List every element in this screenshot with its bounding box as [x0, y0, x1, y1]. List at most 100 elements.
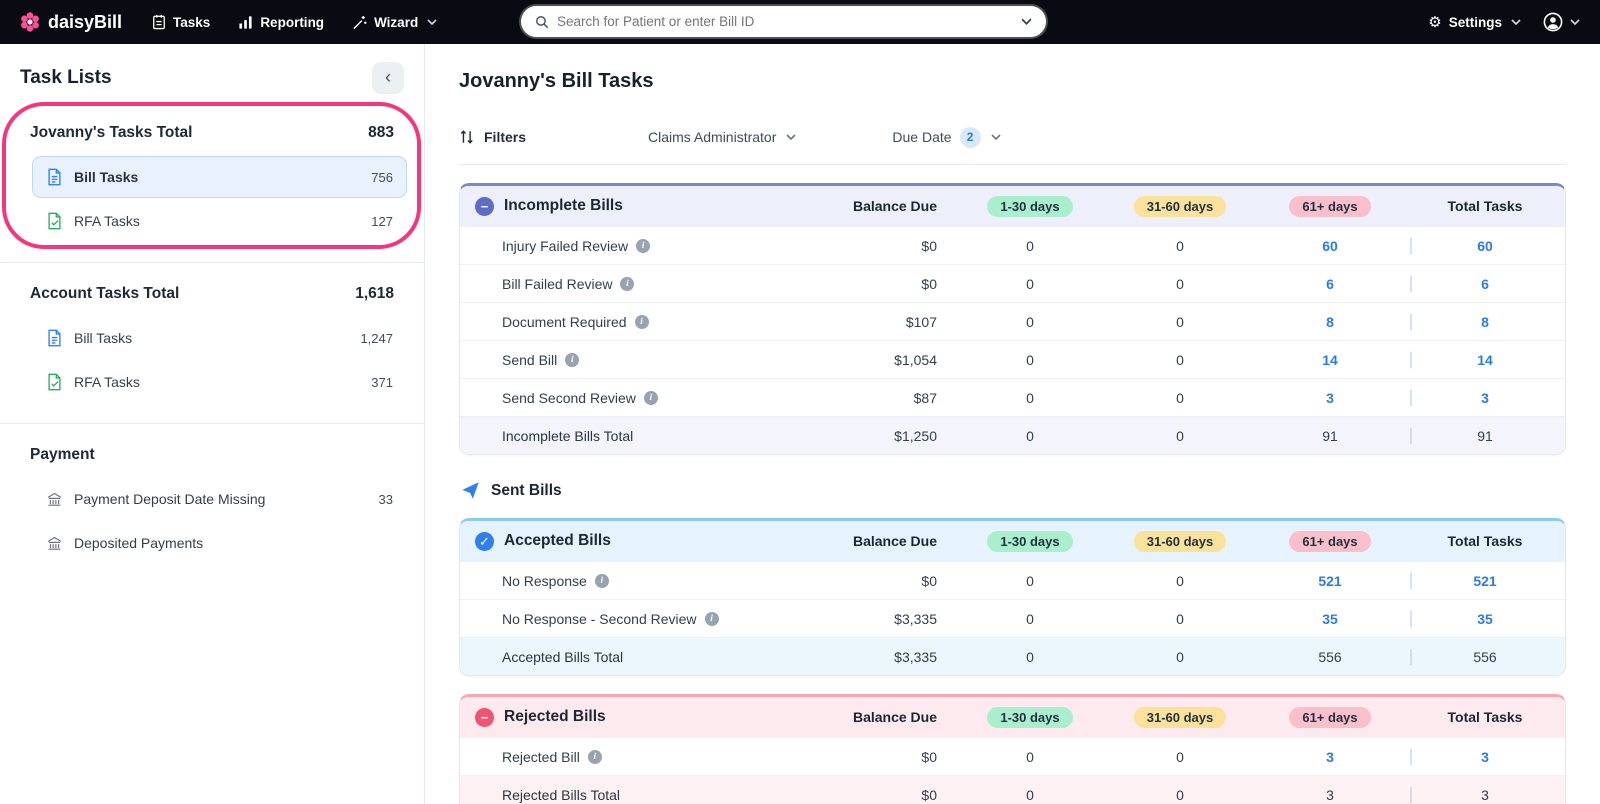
- balance-due-cell: $1,054: [894, 351, 937, 368]
- table-body: Rejected Bill i $0 0 0 3 3 Rejected Bills Total…: [460, 737, 1565, 804]
- due-date-dropdown[interactable]: Due Date 2: [892, 126, 1001, 148]
- total-tasks-link[interactable]: 14: [1477, 352, 1493, 368]
- days-range-pill: 61+ days: [1289, 530, 1371, 552]
- days-61-plus-link[interactable]: 3: [1326, 390, 1334, 406]
- balance-due-cell: $0: [921, 572, 937, 589]
- total-tasks-link[interactable]: 35: [1477, 611, 1493, 627]
- tasks-clipboard-icon: [152, 14, 166, 30]
- row-label: No Response: [502, 572, 587, 589]
- sidebar-item-count: 1,247: [360, 330, 393, 346]
- table-row-injury-failed-review: Injury Failed Review i $0 0 0 60 60: [460, 226, 1565, 264]
- total-tasks-link[interactable]: 8: [1481, 314, 1489, 330]
- row-label: No Response - Second Review: [502, 610, 697, 627]
- balance-due-cell: $0: [921, 237, 937, 254]
- table-total-row: Incomplete Bills Total $1,250 0 0 91 91: [460, 416, 1565, 454]
- sidebar-item-bill-tasks[interactable]: Bill Tasks 756: [32, 156, 407, 198]
- rfa-document-icon: [46, 212, 63, 230]
- days-1-30-cell: 0: [1026, 427, 1034, 444]
- days-61-plus-link[interactable]: 3: [1326, 749, 1334, 765]
- days-1-30-cell: 0: [1026, 748, 1034, 765]
- rfa-document-icon: [46, 373, 63, 391]
- days-61-plus-link[interactable]: 35: [1322, 611, 1338, 627]
- search-chevron-down-icon[interactable]: [1021, 18, 1032, 25]
- total-tasks-link[interactable]: 3: [1481, 390, 1489, 406]
- sent-bills-label: Sent Bills: [491, 481, 562, 499]
- nav-tasks[interactable]: Tasks: [152, 14, 210, 30]
- chevron-down-icon: [786, 134, 796, 140]
- days-61-plus-cell: 91: [1322, 427, 1338, 444]
- table-row-no-response-second-review: No Response - Second Review i $3,335 0 0 35 35: [460, 599, 1565, 637]
- info-icon[interactable]: i: [620, 276, 635, 291]
- row-label: Send Bill: [502, 351, 558, 368]
- days-61-plus-link[interactable]: 60: [1322, 238, 1338, 254]
- row-label-cell: Injury Failed Review i: [460, 238, 815, 254]
- sidebar-group-title: Payment: [30, 446, 95, 463]
- global-search: [521, 6, 1046, 37]
- days-range-pill: 61+ days: [1289, 195, 1371, 217]
- days-61-plus-cell: 60: [1255, 238, 1405, 254]
- column-header-pink-days: 61+ days: [1255, 706, 1405, 728]
- sidebar-item-bill-tasks[interactable]: Bill Tasks 1,247: [32, 317, 407, 359]
- daisybill-logo[interactable]: daisyBill: [20, 12, 122, 33]
- settings-menu[interactable]: ⚙ Settings: [1428, 15, 1521, 30]
- days-31-60-cell: 0: [1176, 389, 1184, 406]
- total-tasks-link[interactable]: 3: [1481, 749, 1489, 765]
- balance-due-cell: $1,250: [894, 427, 937, 444]
- days-31-60-cell: 0: [1176, 748, 1184, 765]
- sidebar-item-rfa-tasks[interactable]: RFA Tasks 371: [32, 361, 407, 403]
- column-header-pink-days: 61+ days: [1255, 530, 1405, 552]
- search-input[interactable]: [557, 14, 1011, 29]
- days-31-60-cell: 0: [1176, 237, 1184, 254]
- sidebar-item-deposited-payments[interactable]: Deposited Payments: [32, 522, 407, 564]
- sidebar-groups: Jovanny's Tasks Total 883 Bill Tasks 756 RFA…: [0, 110, 424, 576]
- info-icon[interactable]: i: [565, 352, 580, 367]
- total-tasks-link[interactable]: 521: [1473, 573, 1496, 589]
- total-tasks-cell: 14: [1405, 352, 1565, 368]
- days-1-30-cell: 0: [1026, 389, 1034, 406]
- days-61-plus-cell: 3: [1255, 749, 1405, 765]
- column-header-total-tasks: Total Tasks: [1447, 709, 1523, 725]
- filters-button[interactable]: Filters: [459, 129, 526, 145]
- sent-bills-tables: ✓ Accepted Bills Balance Due 1-30 days 31-60…: [459, 518, 1566, 804]
- minus-circle-icon: −: [475, 707, 494, 727]
- info-icon[interactable]: i: [643, 390, 658, 405]
- sidebar-group-jovanny-s-tasks-total: Jovanny's Tasks Total 883 Bill Tasks 756 RFA…: [0, 110, 424, 254]
- days-61-plus-link[interactable]: 521: [1318, 573, 1341, 589]
- days-61-plus-cell: 8: [1255, 314, 1405, 330]
- bank-icon: [46, 491, 63, 508]
- nav-wizard[interactable]: Wizard: [352, 15, 437, 30]
- info-icon[interactable]: i: [587, 749, 602, 764]
- row-label-cell: Send Bill i: [460, 352, 815, 368]
- column-header-total-tasks: Total Tasks: [1447, 533, 1523, 549]
- search-pill[interactable]: [521, 6, 1046, 37]
- info-icon[interactable]: i: [634, 314, 649, 329]
- daisy-flower-icon: [20, 12, 40, 32]
- total-tasks-link[interactable]: 6: [1481, 276, 1489, 292]
- info-icon[interactable]: i: [594, 573, 609, 588]
- total-tasks-link[interactable]: 60: [1477, 238, 1493, 254]
- balance-due-cell: $0: [921, 275, 937, 292]
- table-row-send-second-review: Send Second Review i $87 0 0 3 3: [460, 378, 1565, 416]
- sidebar-item-payment-deposit-date-missing[interactable]: Payment Deposit Date Missing 33: [32, 478, 407, 520]
- rejected-bills-header-row: − Rejected Bills Balance Due 1-30 days 31-60…: [460, 697, 1565, 737]
- user-account-menu[interactable]: [1543, 12, 1580, 32]
- total-tasks-cell: 556: [1405, 649, 1565, 665]
- info-icon[interactable]: i: [636, 238, 651, 253]
- days-61-plus-link[interactable]: 8: [1326, 314, 1334, 330]
- sidebar-group-title: Jovanny's Tasks Total: [30, 124, 193, 141]
- column-header-green-days: 1-30 days: [955, 706, 1105, 728]
- nav-reporting[interactable]: Reporting: [238, 15, 324, 30]
- days-1-30-cell: 0: [1026, 313, 1034, 330]
- claims-administrator-dropdown[interactable]: Claims Administrator: [648, 129, 796, 145]
- topbar-right: ⚙ Settings: [1428, 12, 1580, 32]
- sidebar-item-label: RFA Tasks: [74, 374, 140, 390]
- total-tasks-cell: 3: [1405, 390, 1565, 406]
- days-61-plus-link[interactable]: 14: [1322, 352, 1338, 368]
- table-row-send-bill: Send Bill i $1,054 0 0 14 14: [460, 340, 1565, 378]
- incomplete-bills-header-row: − Incomplete Bills Balance Due 1-30 days 31-…: [460, 186, 1565, 226]
- sidebar-item-rfa-tasks[interactable]: RFA Tasks 127: [32, 200, 407, 242]
- sidebar-collapse-button[interactable]: ‹: [372, 62, 404, 94]
- days-61-plus-link[interactable]: 6: [1326, 276, 1334, 292]
- info-icon[interactable]: i: [704, 611, 719, 626]
- row-label-cell: Rejected Bill i: [460, 749, 815, 765]
